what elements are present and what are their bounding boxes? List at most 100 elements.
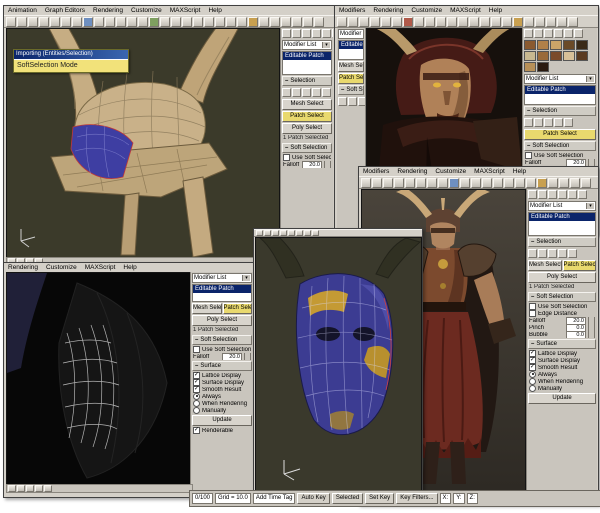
menu-item[interactable]: Help xyxy=(513,168,526,175)
toolbar-button[interactable] xyxy=(270,17,280,27)
color-swatch[interactable] xyxy=(524,40,536,50)
modifier-list-dropdown[interactable]: Modifier List ▾ xyxy=(524,74,596,84)
toolbar-button[interactable] xyxy=(116,17,126,27)
color-swatch[interactable] xyxy=(537,40,549,50)
rollout-soft-selection[interactable]: Soft Selection xyxy=(338,85,364,95)
color-swatch[interactable] xyxy=(576,40,588,50)
falloff-value[interactable]: 20.0 xyxy=(566,317,586,324)
toolbar-button[interactable] xyxy=(303,17,313,27)
toolbar-button[interactable] xyxy=(288,230,295,236)
menu-item[interactable]: MAXScript xyxy=(450,7,481,14)
nav-button[interactable] xyxy=(35,485,43,492)
toolbar-button[interactable] xyxy=(447,17,457,27)
toolbar-button[interactable] xyxy=(264,230,271,236)
toolbar-button[interactable] xyxy=(17,17,27,27)
patch-select-button[interactable]: Patch Select xyxy=(524,129,596,140)
poly-select-button[interactable]: Poly Select xyxy=(528,272,596,283)
rollout-selection[interactable]: Selection xyxy=(528,237,596,247)
lattice-display-checkbox[interactable] xyxy=(193,372,200,379)
toolbar-button[interactable] xyxy=(6,17,16,27)
toolbar-button[interactable] xyxy=(480,17,490,27)
bubble-value[interactable]: 0.0 xyxy=(566,331,586,338)
nav-button[interactable] xyxy=(17,485,25,492)
toolbar-button[interactable] xyxy=(204,17,214,27)
menu-item[interactable]: Rendering xyxy=(8,264,38,271)
toolbar-button[interactable] xyxy=(226,17,236,27)
toolbar-button[interactable] xyxy=(138,17,148,27)
panel-tab-icon[interactable] xyxy=(574,29,583,38)
menu-item[interactable]: Modifiers xyxy=(363,168,389,175)
mesh-select-button[interactable]: Mesh Select xyxy=(192,303,222,314)
poly-select-button[interactable]: Poly Select xyxy=(282,123,332,134)
frame-field[interactable]: 0/100 xyxy=(192,493,213,504)
toolbar-button[interactable] xyxy=(337,17,347,27)
toolbar-button[interactable] xyxy=(193,17,203,27)
patch-select-button[interactable]: Patch Select xyxy=(223,303,253,314)
toolbar-button[interactable] xyxy=(546,17,556,27)
toolbar-button[interactable] xyxy=(460,178,470,188)
mesh-select-button[interactable]: Mesh Select xyxy=(338,61,364,72)
color-swatch[interactable] xyxy=(563,51,575,61)
menu-item[interactable]: Modifiers xyxy=(339,7,365,14)
viewport-mask[interactable] xyxy=(255,237,422,491)
use-soft-selection-checkbox[interactable] xyxy=(283,154,290,161)
modifier-list-dropdown[interactable]: Modifier List ▾ xyxy=(528,201,596,211)
mesh-select-button[interactable]: Mesh Select xyxy=(528,260,562,271)
key-filters-button[interactable]: Key Filters... xyxy=(396,493,437,504)
subobject-icon[interactable] xyxy=(528,249,537,258)
toolbar-button[interactable] xyxy=(557,17,567,27)
subobject-icon[interactable] xyxy=(322,88,331,97)
toolbar-button[interactable] xyxy=(482,178,492,188)
toolbar-button[interactable] xyxy=(370,17,380,27)
color-swatch[interactable] xyxy=(550,51,562,61)
panel-tab-icon[interactable] xyxy=(568,190,577,199)
menu-item[interactable]: Graph Editors xyxy=(45,7,85,14)
lattice-display-checkbox[interactable] xyxy=(529,350,536,357)
toolbar-button[interactable] xyxy=(259,17,269,27)
toolbar-button[interactable] xyxy=(427,178,437,188)
when-rendering-radio[interactable] xyxy=(529,378,536,385)
toolbar-button[interactable] xyxy=(61,17,71,27)
panel-tab-icon[interactable] xyxy=(338,97,347,106)
set-key-button[interactable]: Set Key xyxy=(365,493,394,504)
nav-button[interactable] xyxy=(8,485,16,492)
edge-distance-checkbox[interactable] xyxy=(529,310,536,317)
panel-tab-icon[interactable] xyxy=(544,29,553,38)
stack-item[interactable]: Editable Patch xyxy=(529,213,595,221)
color-swatch[interactable] xyxy=(524,62,536,72)
color-swatch[interactable] xyxy=(524,51,536,61)
surface-display-checkbox[interactable] xyxy=(529,357,536,364)
always-radio[interactable] xyxy=(193,393,200,400)
toolbar-button[interactable] xyxy=(438,178,448,188)
toolbar-button[interactable] xyxy=(28,17,38,27)
toolbar-button[interactable] xyxy=(127,17,137,27)
panel-tab-icon[interactable] xyxy=(558,190,567,199)
smooth-result-checkbox[interactable] xyxy=(529,364,536,371)
use-soft-selection-checkbox[interactable] xyxy=(193,346,200,353)
toolbar-button[interactable] xyxy=(372,178,382,188)
subobject-icon[interactable] xyxy=(282,88,291,97)
subobject-icon[interactable] xyxy=(534,118,543,127)
toolbar-button[interactable] xyxy=(504,178,514,188)
menu-item[interactable]: MAXScript xyxy=(474,168,505,175)
panel-tab-icon[interactable] xyxy=(322,29,331,38)
rollout-soft-selection[interactable]: Soft Selection xyxy=(192,335,252,345)
material-icon[interactable] xyxy=(403,17,413,27)
spinner-arrows[interactable] xyxy=(588,317,595,324)
y-coordinate-field[interactable]: Y: xyxy=(453,493,464,504)
toolbar-button[interactable] xyxy=(436,17,446,27)
menu-item[interactable]: Animation xyxy=(8,7,37,14)
toolbar-button[interactable] xyxy=(524,17,534,27)
toolbar-button[interactable] xyxy=(502,17,512,27)
modifier-list-dropdown[interactable]: Modifier List xyxy=(338,29,364,39)
time-tag-field[interactable]: Add Time Tag xyxy=(253,493,296,504)
toolbar-button[interactable] xyxy=(296,230,303,236)
color-swatch[interactable] xyxy=(563,40,575,50)
subobject-icon[interactable] xyxy=(564,118,573,127)
panel-tab-icon[interactable] xyxy=(548,190,557,199)
pinch-value[interactable]: 0.0 xyxy=(566,324,586,331)
spinner-arrows[interactable] xyxy=(588,331,595,338)
spinner-arrows[interactable] xyxy=(324,161,331,168)
color-swatch[interactable] xyxy=(537,62,549,72)
color-swatch[interactable] xyxy=(550,40,562,50)
